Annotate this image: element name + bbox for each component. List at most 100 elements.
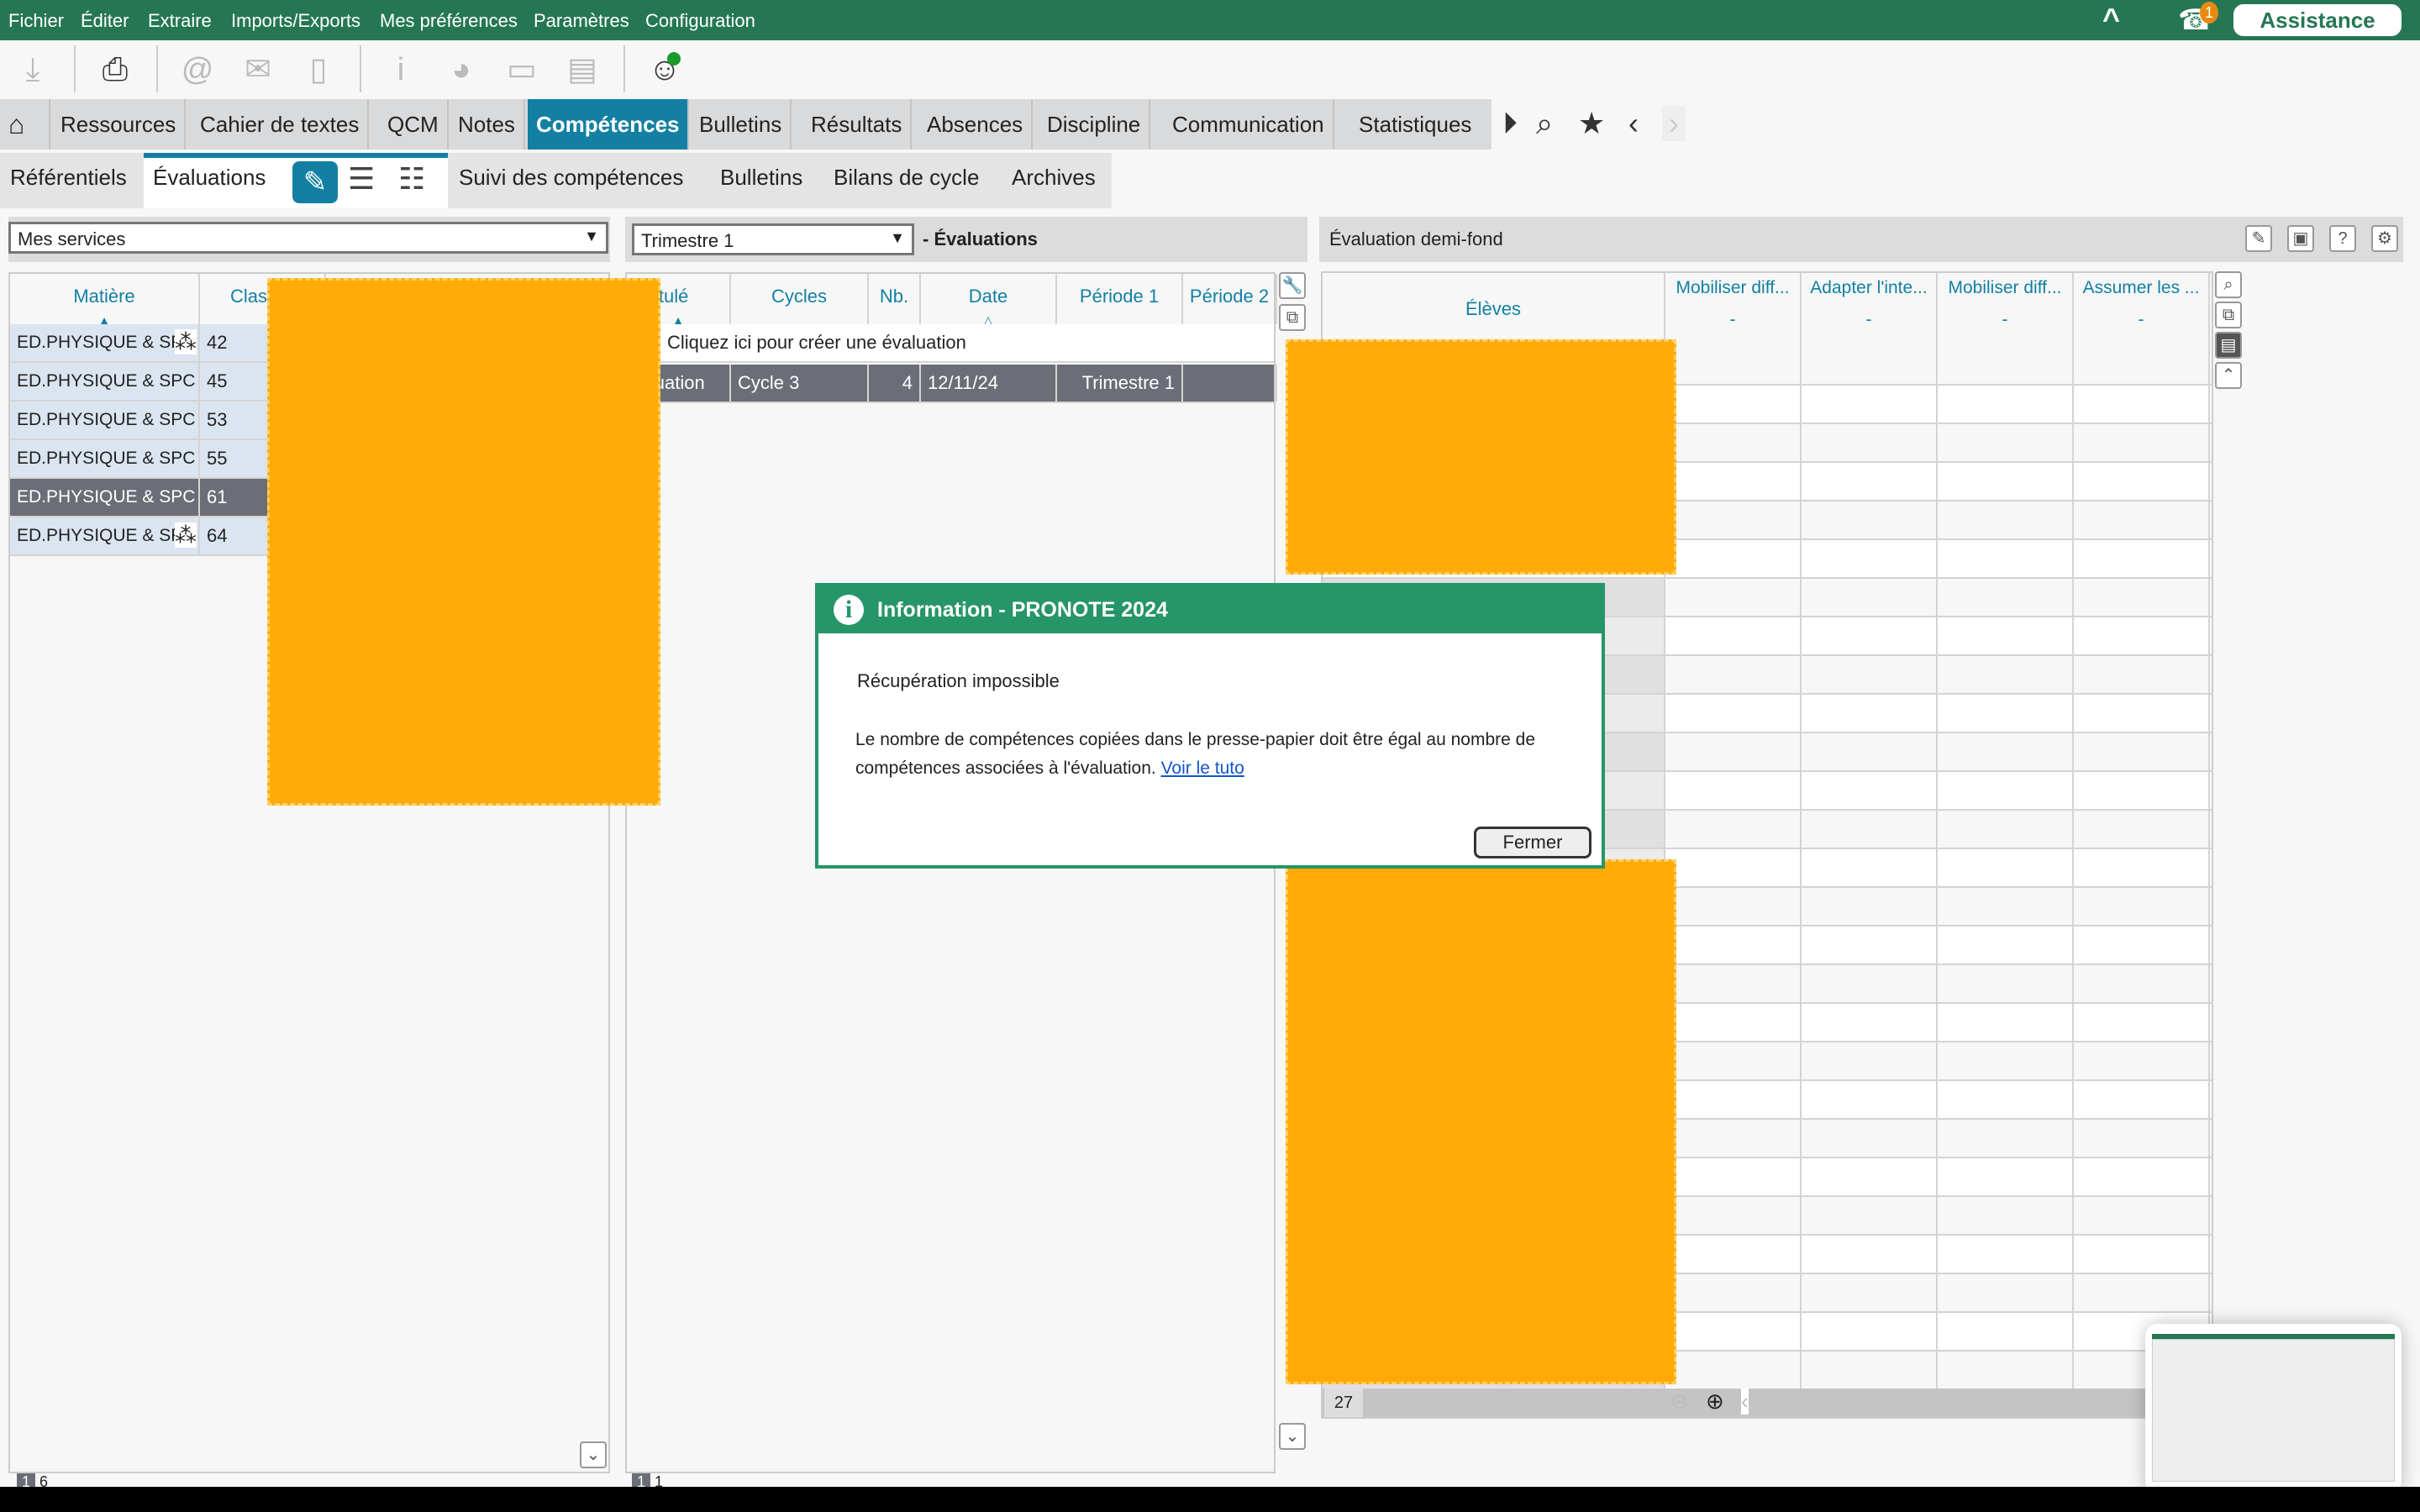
tab-cahier-de-textes[interactable]: Cahier de textes	[192, 99, 370, 150]
pie-chart-icon[interactable]: ◕	[440, 49, 482, 91]
edit-icon[interactable]: ✎	[292, 161, 338, 203]
star-icon[interactable]: ★	[1578, 106, 1605, 141]
cell-competence[interactable]	[1665, 1081, 1802, 1118]
cell-competence[interactable]	[1802, 1004, 1938, 1041]
cell-competence[interactable]	[1938, 463, 2074, 500]
col-header-competence[interactable]: Mobiliser diff... -	[1938, 273, 2074, 347]
cell-competence[interactable]	[1665, 1158, 1802, 1195]
email-icon[interactable]: @	[176, 49, 218, 91]
cell-competence[interactable]	[1938, 733, 2074, 770]
cell-competence[interactable]	[2074, 1004, 2210, 1041]
collapse-chevron-up-icon[interactable]: ^	[2102, 2, 2120, 37]
col-header-competence[interactable]: Mobiliser diff... -	[1665, 273, 1802, 347]
scroll-left-icon[interactable]: ‹	[1741, 1389, 1749, 1415]
cell-competence[interactable]	[1665, 656, 1802, 693]
cell-competence[interactable]	[1938, 540, 2074, 577]
cell-competence[interactable]	[1802, 1158, 1938, 1195]
wrench-icon[interactable]: 🔧	[1279, 272, 1306, 299]
cell-competence[interactable]	[2074, 347, 2210, 384]
cell-competence[interactable]	[2074, 811, 2210, 848]
cell-competence[interactable]	[1938, 501, 2074, 538]
create-evaluation-row[interactable]: Cliquez ici pour créer une évaluation	[627, 324, 1274, 363]
cell-competence[interactable]	[1938, 1236, 2074, 1273]
search-icon[interactable]: ⌕	[2215, 271, 2242, 298]
list-icon[interactable]: ☰	[348, 161, 375, 197]
zoom-out-icon[interactable]: ⊖	[1670, 1389, 1689, 1415]
copy-icon[interactable]: ⧉	[2215, 302, 2242, 328]
cell-competence[interactable]	[1665, 386, 1802, 423]
menu-preferences[interactable]: Mes préférences	[380, 10, 518, 32]
cell-competence[interactable]	[1802, 927, 1938, 963]
cell-competence[interactable]	[2074, 1042, 2210, 1079]
menu-fichier[interactable]: Fichier	[8, 10, 64, 32]
home-icon[interactable]: ⌂	[0, 99, 50, 150]
subtab-bulletins[interactable]: Bulletins	[720, 165, 802, 191]
scroll-down-button[interactable]: ⌄	[1279, 1423, 1306, 1450]
cell-competence[interactable]	[1665, 1274, 1802, 1311]
cell-competence[interactable]	[1938, 1158, 2074, 1195]
portrait-icon[interactable]: ▣	[2287, 225, 2314, 252]
cell-competence[interactable]	[1802, 386, 1938, 423]
assistance-button[interactable]: Assistance	[2233, 4, 2402, 36]
help-icon[interactable]: ?	[2329, 225, 2356, 252]
cell-competence[interactable]	[1665, 927, 1802, 963]
cell-competence[interactable]	[2074, 1274, 2210, 1311]
cell-competence[interactable]	[1802, 1274, 1938, 1311]
cell-competence[interactable]	[1802, 1120, 1938, 1157]
cell-competence[interactable]	[2074, 656, 2210, 693]
cell-competence[interactable]	[1938, 965, 2074, 1002]
cell-competence[interactable]	[1665, 733, 1802, 770]
cell-competence[interactable]	[1665, 617, 1802, 654]
menu-parametres[interactable]: Paramètres	[534, 10, 629, 32]
cell-competence[interactable]	[1938, 1197, 2074, 1234]
forward-chevron-icon[interactable]: ›	[1662, 106, 1686, 141]
cell-competence[interactable]	[2074, 501, 2210, 538]
cell-competence[interactable]	[2074, 463, 2210, 500]
cell-competence[interactable]	[1938, 927, 2074, 963]
cell-competence[interactable]	[1665, 695, 1802, 732]
cell-competence[interactable]	[1665, 1313, 1802, 1350]
col-header[interactable]: Date △	[921, 274, 1057, 324]
cell-competence[interactable]	[1802, 347, 1938, 384]
cell-competence[interactable]	[2074, 540, 2210, 577]
tab-communication[interactable]: Communication	[1164, 99, 1334, 150]
cell-competence[interactable]	[1665, 1352, 1802, 1389]
cell-competence[interactable]	[1665, 579, 1802, 616]
subtab-archives[interactable]: Archives	[1012, 165, 1096, 191]
cell-competence[interactable]	[1802, 849, 1938, 886]
cell-competence[interactable]	[2074, 1158, 2210, 1195]
cell-competence[interactable]	[2074, 386, 2210, 423]
menu-extraire[interactable]: Extraire	[148, 10, 212, 32]
cell-competence[interactable]	[1938, 1313, 2074, 1350]
col-header[interactable]: Période 1	[1057, 274, 1183, 324]
cell-competence[interactable]	[2074, 1197, 2210, 1234]
cell-competence[interactable]	[2074, 617, 2210, 654]
zoom-in-icon[interactable]: ⊕	[1706, 1389, 1724, 1415]
cell-competence[interactable]	[1802, 1042, 1938, 1079]
cell-competence[interactable]	[1802, 695, 1938, 732]
letter-icon[interactable]: ✉	[237, 49, 279, 91]
cell-competence[interactable]	[1802, 1313, 1938, 1350]
cell-competence[interactable]	[1938, 424, 2074, 461]
tab-competences[interactable]: Compétences	[528, 99, 689, 150]
cell-competence[interactable]	[1802, 540, 1938, 577]
subtab-evaluations[interactable]: Évaluations	[153, 165, 266, 191]
cell-competence[interactable]	[2074, 579, 2210, 616]
cell-competence[interactable]	[1802, 656, 1938, 693]
cell-competence[interactable]	[1665, 1042, 1802, 1079]
info-icon[interactable]: i	[380, 49, 422, 91]
cell-competence[interactable]	[2074, 695, 2210, 732]
cell-competence[interactable]	[1665, 888, 1802, 925]
table-row[interactable]: Évaluation Cycle 3 4 12/11/24 Trimestre 1	[627, 365, 1277, 403]
cell-competence[interactable]	[1938, 1352, 2074, 1389]
cell-competence[interactable]	[1802, 424, 1938, 461]
cell-competence[interactable]	[1938, 617, 2074, 654]
cell-competence[interactable]	[2074, 888, 2210, 925]
cell-competence[interactable]	[1665, 811, 1802, 848]
cell-competence[interactable]	[1802, 1081, 1938, 1118]
cell-competence[interactable]	[1665, 1236, 1802, 1273]
services-select[interactable]: Mes services ▼	[8, 222, 608, 254]
cell-competence[interactable]	[1665, 1120, 1802, 1157]
cell-competence[interactable]	[1938, 1274, 2074, 1311]
list-detail-icon[interactable]: ☷	[398, 161, 425, 197]
